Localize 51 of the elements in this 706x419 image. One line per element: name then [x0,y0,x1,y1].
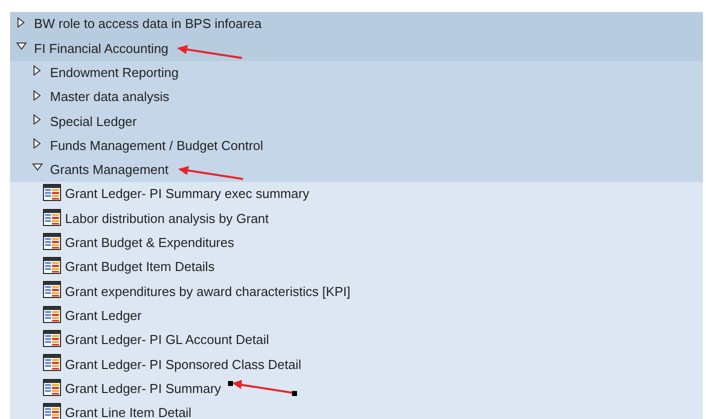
tree-row[interactable]: Grant Ledger- PI GL Account Detail [10,328,703,352]
expand-triangle-icon[interactable] [32,138,43,150]
expand-triangle-icon[interactable] [32,65,43,76]
tree-row[interactable]: Grant Budget Item Details [10,254,703,280]
node-label: Grant expenditures by award characteristics [KPI] [65,284,350,299]
tree-row[interactable]: Grant expenditures by award characteristics [KPI] [10,279,703,304]
report-table-icon [43,330,61,347]
tree-row[interactable]: Grant Ledger [10,304,703,328]
tree-row[interactable]: Grant Ledger- PI Summary [10,376,703,401]
report-table-icon [43,232,61,250]
expand-triangle-icon[interactable] [16,16,27,28]
tree-row[interactable]: Endowment Reporting [10,60,703,85]
node-label: FI Financial Accounting [34,40,168,56]
expand-triangle-icon[interactable] [32,114,43,125]
tree-row[interactable]: Labor distribution analysis by Grant [10,206,703,231]
tree-row[interactable]: Special Ledger [10,109,703,134]
tree-row[interactable]: BW role to access data in BPS infoarea [10,12,703,36]
node-label: Special Ledger [50,114,137,129]
report-table-icon [43,378,61,396]
node-label: Grant Budget & Expenditures [65,235,234,250]
report-table-icon [43,208,61,226]
collapse-triangle-icon[interactable] [32,162,43,174]
node-label: Grant Budget Item Details [65,259,215,274]
node-label: Grant Ledger- PI GL Account Detail [65,332,270,348]
node-label: Master data analysis [50,89,170,104]
node-label: Grant Ledger- PI Sponsored Class Detail [65,356,302,372]
tree-row[interactable]: Grant Ledger- PI Sponsored Class Detail [10,352,703,376]
report-table-icon [43,354,61,372]
node-label: BW role to access data in BPS infoarea [34,16,262,32]
tree-row[interactable]: Grant Line Item Detail [10,400,703,419]
report-table-icon [43,306,61,323]
tree-row[interactable]: Funds Management / Budget Control [10,133,703,158]
report-table-icon [43,184,61,202]
report-table-icon [43,402,61,419]
collapse-triangle-icon[interactable] [16,40,27,52]
tree-row[interactable]: Grants Management [10,158,703,182]
node-label: Grants Management [50,162,169,178]
tree-row[interactable]: Grant Ledger- PI Summary exec summary [10,182,703,206]
node-label: Endowment Reporting [50,64,179,80]
node-label: Labor distribution analysis by Grant [65,210,269,226]
tree-row[interactable]: Master data analysis [10,84,703,110]
node-label: Grant Ledger [65,308,142,323]
node-label: Grant Line Item Detail [65,405,192,419]
node-label: Funds Management / Budget Control [50,138,264,153]
tree-row[interactable]: Grant Budget & Expenditures [10,230,703,255]
expand-triangle-icon[interactable] [32,90,43,101]
report-table-icon [43,257,61,274]
tree-row[interactable]: FI Financial Accounting [10,36,703,61]
node-label: Grant Ledger- PI Summary exec summary [65,186,310,202]
report-table-icon [43,281,61,298]
node-label: Grant Ledger- PI Summary [65,380,222,396]
